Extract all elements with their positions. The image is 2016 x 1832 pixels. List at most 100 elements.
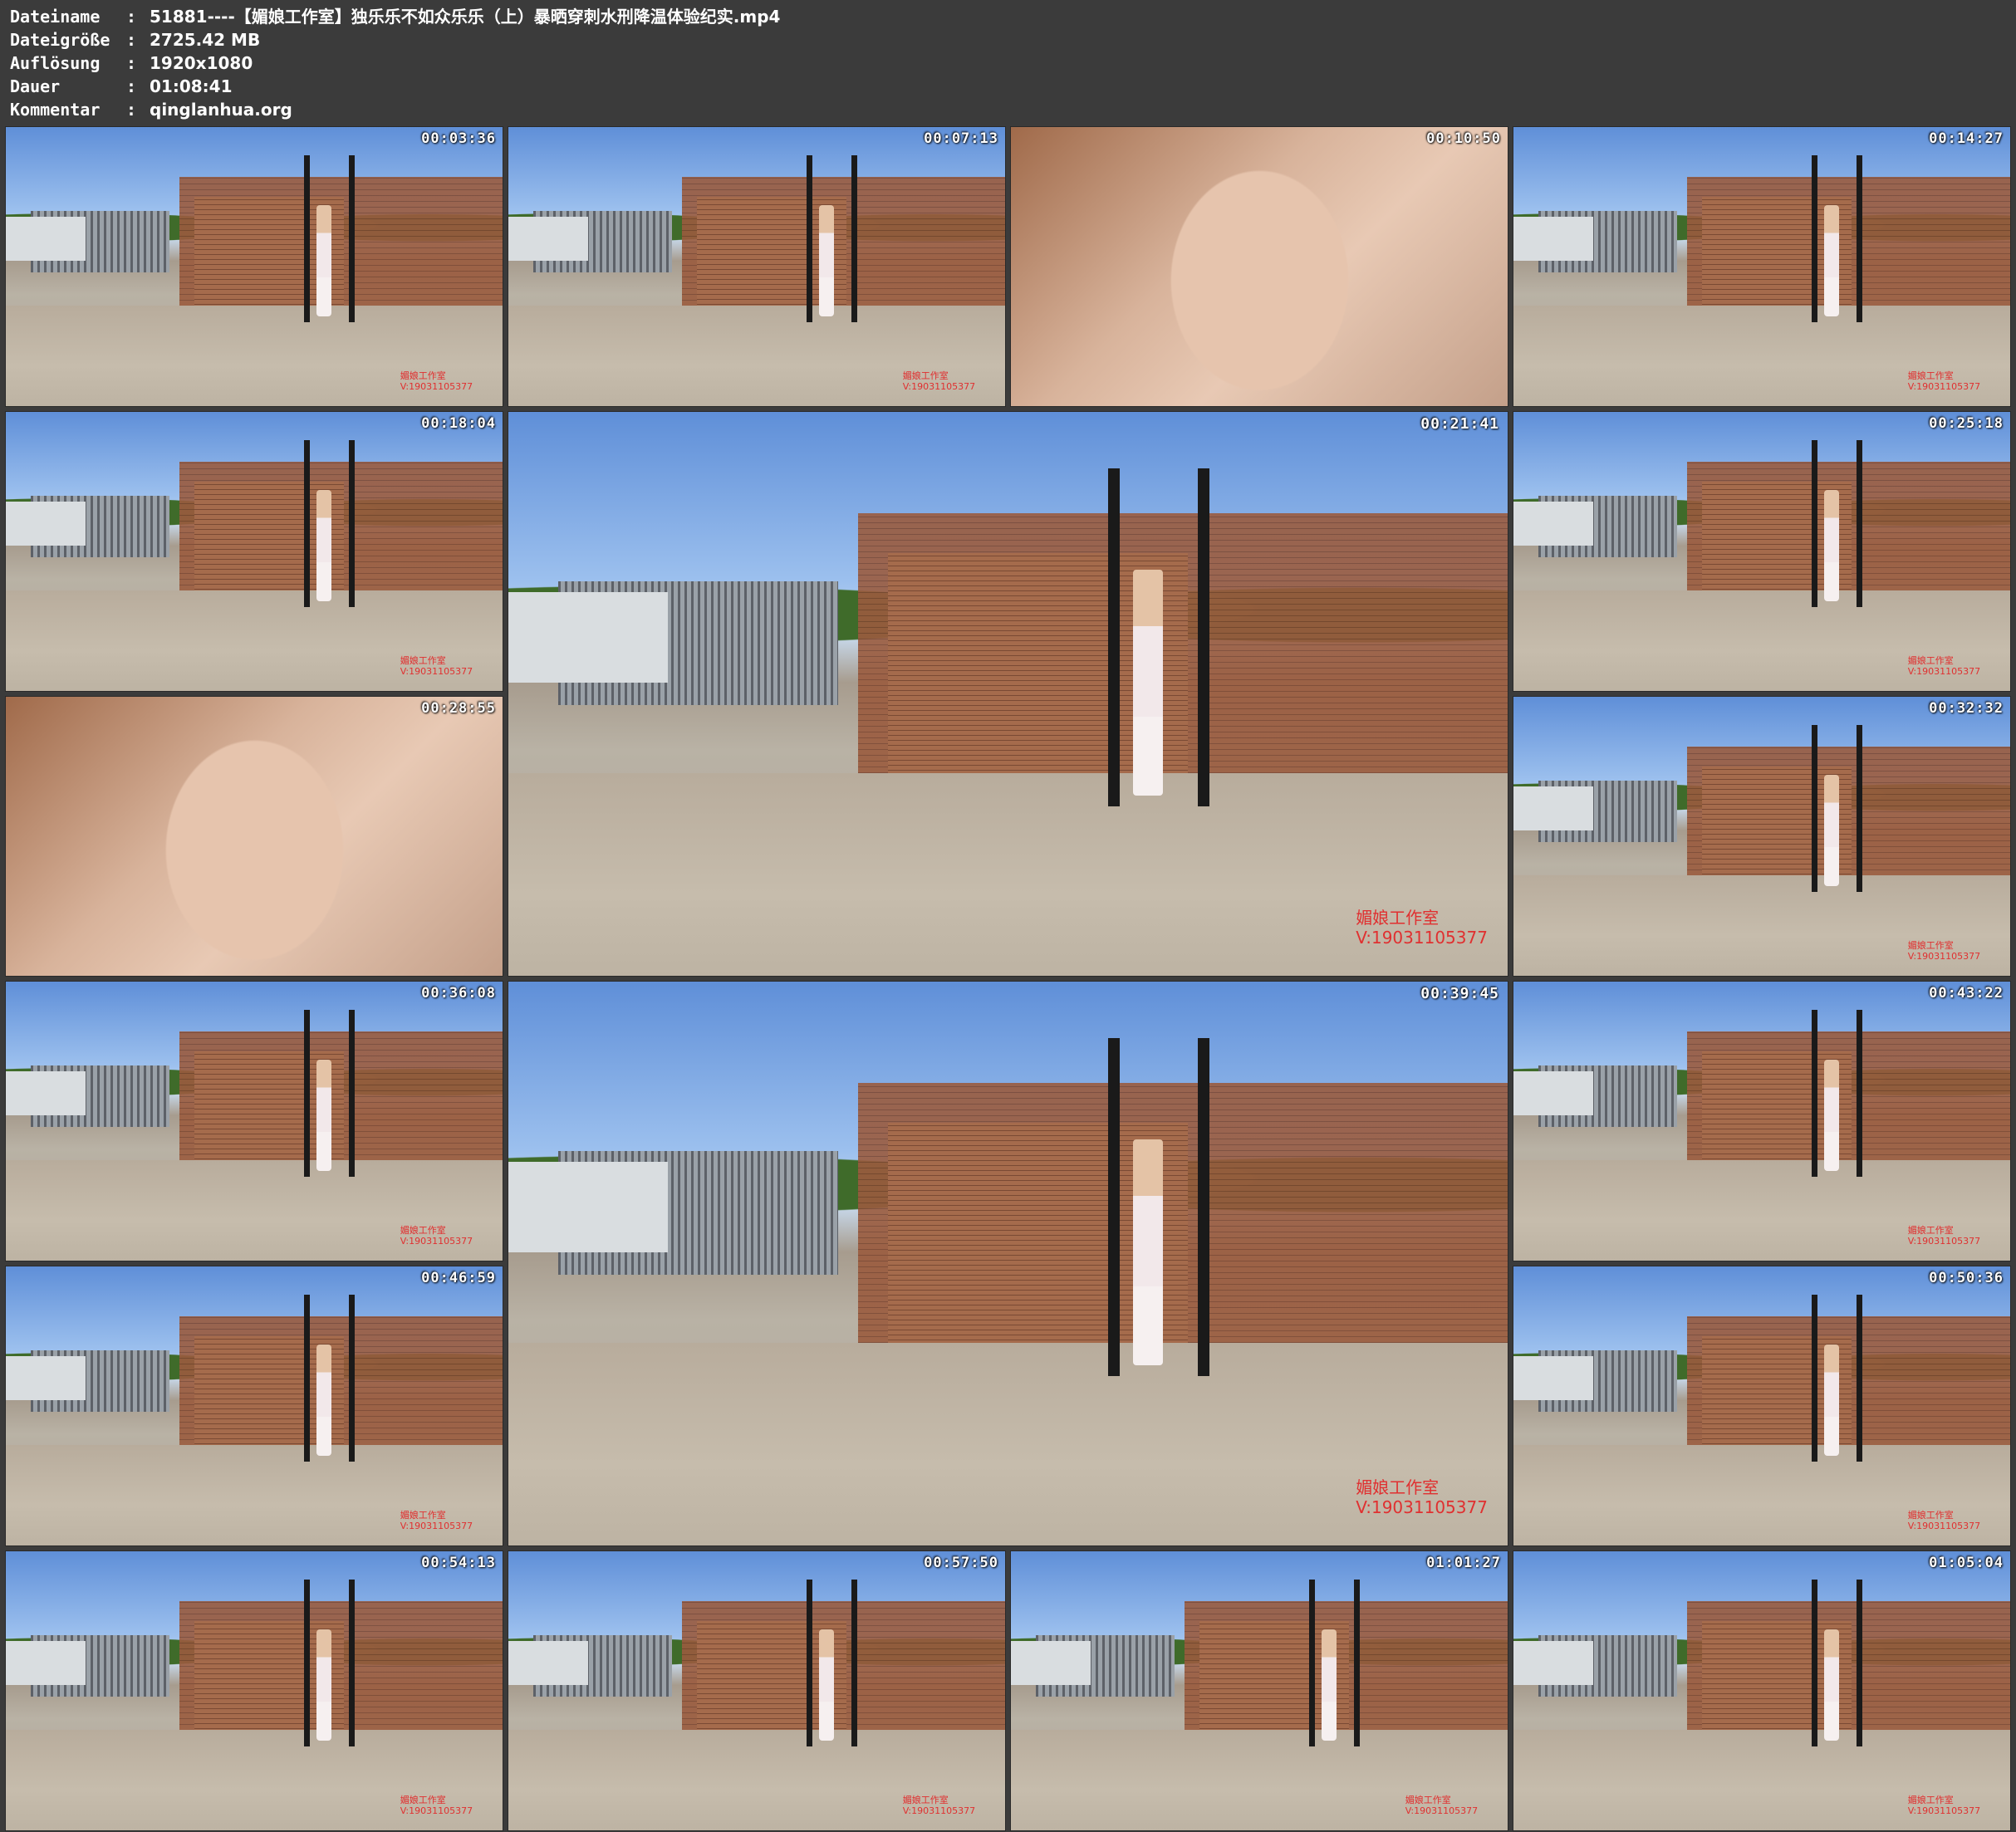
closeup-scene	[1135, 127, 1384, 406]
watermark-line: V:19031105377	[400, 381, 473, 393]
thumbnail-timestamp: 00:07:13	[924, 130, 998, 147]
meta-row-filesize: Dateigröße : 2725.42 MB	[10, 28, 2004, 51]
thumbnail-timestamp: 01:01:27	[1426, 1555, 1501, 1571]
watermark-line: V:19031105377	[1907, 1236, 1981, 1247]
watermark-line: V:19031105377	[400, 1236, 473, 1247]
watermark-line: 媚娘工作室	[1907, 940, 1954, 952]
meta-value: qinglanhua.org	[150, 100, 292, 120]
thumbnail-timestamp: 00:21:41	[1420, 415, 1499, 433]
studio-watermark: 媚娘工作室 V:19031105377	[1908, 940, 1980, 962]
scene-board	[508, 592, 669, 683]
meta-row-resolution: Auflösung : 1920x1080	[10, 51, 2004, 75]
studio-watermark: 媚娘工作室 V:19031105377	[1908, 1510, 1980, 1531]
scene-board	[6, 216, 86, 262]
video-thumbnail: 00:46:59 媚娘工作室 V:19031105377	[5, 1266, 503, 1546]
video-thumbnail: 00:39:45 媚娘工作室 V:19031105377	[508, 981, 1508, 1546]
person-figure	[1823, 1629, 1839, 1741]
studio-watermark: 媚娘工作室 V:19031105377	[1908, 1795, 1980, 1816]
meta-separator: :	[126, 53, 137, 73]
frame-post	[1811, 154, 1817, 323]
thumbnail-timestamp: 00:46:59	[421, 1270, 496, 1286]
scene-board	[1513, 1640, 1593, 1686]
studio-watermark: 媚娘工作室 V:19031105377	[1356, 908, 1488, 948]
meta-row-duration: Dauer : 01:08:41	[10, 75, 2004, 98]
scene-board	[508, 1640, 588, 1686]
meta-value: 2725.42 MB	[150, 30, 261, 50]
thumbnail-timestamp: 00:14:27	[1929, 130, 2004, 147]
watermark-line: 媚娘工作室	[1356, 908, 1440, 928]
person-figure	[818, 1629, 834, 1741]
video-thumbnail: 00:14:27 媚娘工作室 V:19031105377	[1513, 126, 2011, 407]
frame-post	[303, 439, 310, 608]
frame-post	[1856, 154, 1862, 323]
watermark-line: V:19031105377	[902, 1805, 976, 1817]
watermark-line: 媚娘工作室	[1405, 1795, 1451, 1806]
meta-key: Dateigröße	[10, 30, 110, 50]
watermark-line: 媚娘工作室	[1356, 1477, 1440, 1498]
watermark-line: V:19031105377	[1907, 1521, 1981, 1532]
frame-post	[1811, 1294, 1817, 1462]
thumbnail-timestamp: 01:05:04	[1929, 1555, 2004, 1571]
studio-watermark: 媚娘工作室 V:19031105377	[1405, 1795, 1478, 1816]
watermark-line: V:19031105377	[1907, 951, 1981, 963]
frame-post	[303, 1294, 310, 1462]
frame-post	[1811, 724, 1817, 893]
watermark-line: 媚娘工作室	[1907, 1510, 1954, 1521]
frame-post	[303, 1579, 310, 1747]
frame-post	[1353, 1579, 1360, 1747]
frame-post	[348, 154, 355, 323]
frame-post	[1856, 724, 1862, 893]
frame-post	[303, 1009, 310, 1178]
thumbnail-timestamp: 00:25:18	[1929, 415, 2004, 432]
meta-value: 01:08:41	[150, 76, 233, 96]
video-thumbnail: 00:10:50	[1010, 126, 1508, 407]
thumbnail-timestamp: 00:39:45	[1420, 985, 1499, 1002]
studio-watermark: 媚娘工作室 V:19031105377	[903, 370, 975, 392]
meta-row-comment: Kommentar : qinglanhua.org	[10, 98, 2004, 121]
video-thumbnail: 00:28:55	[5, 696, 503, 977]
meta-separator: :	[126, 30, 137, 50]
video-thumbnail: 00:25:18 媚娘工作室 V:19031105377	[1513, 411, 2011, 692]
scene-board	[1513, 216, 1593, 262]
thumbnail-timestamp: 00:50:36	[1929, 1270, 2004, 1286]
frame-post	[348, 1294, 355, 1462]
frame-post	[348, 1579, 355, 1747]
frame-post	[1856, 1009, 1862, 1178]
scene-board	[6, 1640, 86, 1686]
scene-board	[1513, 1355, 1593, 1401]
scene-board	[6, 501, 86, 546]
frame-post	[1811, 1009, 1817, 1178]
frame-post	[1856, 439, 1862, 608]
meta-key: Auflösung	[10, 53, 101, 73]
watermark-line: V:19031105377	[400, 1521, 473, 1532]
watermark-line: V:19031105377	[1405, 1805, 1479, 1817]
scene-board	[1011, 1640, 1091, 1686]
person-figure	[818, 205, 834, 317]
frame-post	[851, 1579, 857, 1747]
watermark-line: V:19031105377	[902, 381, 976, 393]
person-figure	[1823, 1060, 1839, 1172]
watermark-line: 媚娘工作室	[902, 1795, 949, 1806]
watermark-line: 媚娘工作室	[400, 1510, 446, 1521]
video-thumbnail: 00:07:13 媚娘工作室 V:19031105377	[508, 126, 1006, 407]
frame-post	[851, 154, 857, 323]
person-figure	[1823, 205, 1839, 317]
watermark-line: 媚娘工作室	[400, 1795, 446, 1806]
person-figure	[1823, 490, 1839, 602]
video-thumbnail: 00:50:36 媚娘工作室 V:19031105377	[1513, 1266, 2011, 1546]
video-thumbnail: 00:21:41 媚娘工作室 V:19031105377	[508, 411, 1508, 977]
thumbnail-timestamp: 00:28:55	[421, 700, 496, 717]
person-figure	[316, 205, 331, 317]
video-thumbnail: 01:01:27 媚娘工作室 V:19031105377	[1010, 1550, 1508, 1831]
meta-separator: :	[126, 7, 137, 27]
frame-post	[348, 1009, 355, 1178]
watermark-line: V:19031105377	[1356, 1497, 1488, 1518]
studio-watermark: 媚娘工作室 V:19031105377	[1908, 370, 1980, 392]
meta-separator: :	[126, 100, 137, 120]
thumbnail-timestamp: 00:43:22	[1929, 985, 2004, 1002]
thumbnail-timestamp: 00:32:32	[1929, 700, 2004, 717]
frame-post	[1856, 1579, 1862, 1747]
video-thumbnail: 00:18:04 媚娘工作室 V:19031105377	[5, 411, 503, 692]
scene-board	[1513, 501, 1593, 546]
watermark-line: 媚娘工作室	[1907, 1225, 1954, 1237]
